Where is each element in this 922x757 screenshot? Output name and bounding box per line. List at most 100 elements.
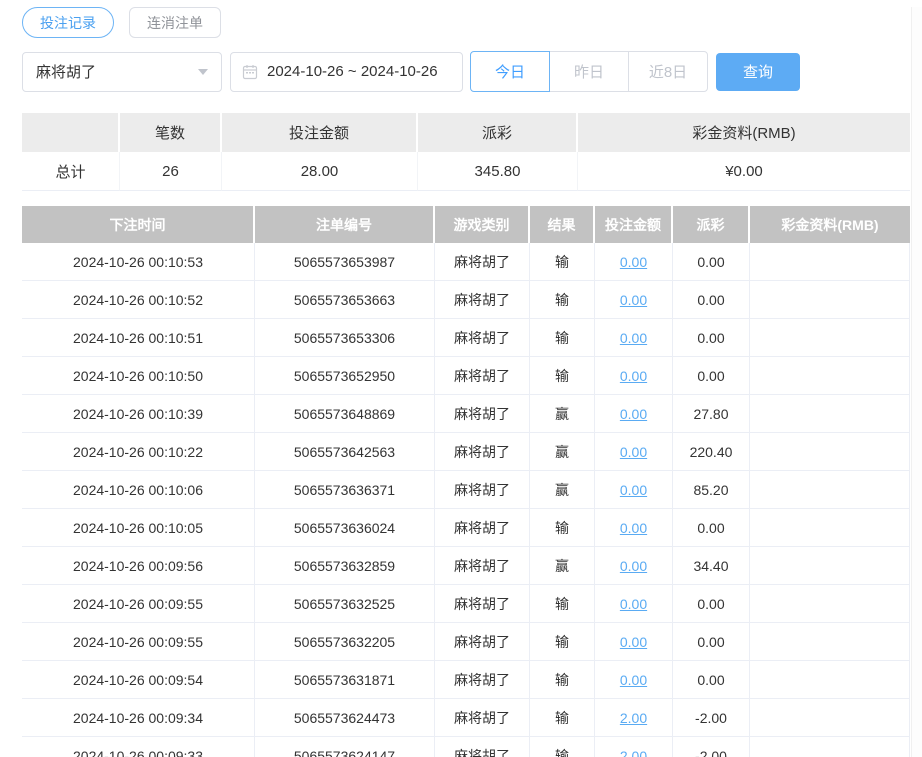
cell-order-number: 5065573624147	[255, 737, 435, 757]
cell-bet-time: 2024-10-26 00:09:33	[22, 737, 255, 757]
query-button[interactable]: 查询	[716, 52, 800, 91]
cell-result: 输	[530, 281, 595, 319]
cell-order-number: 5065573636024	[255, 509, 435, 547]
cell-result: 赢	[530, 547, 595, 585]
table-row: 2024-10-26 00:09:34 5065573624473 麻将胡了 输…	[22, 699, 910, 737]
cell-order-number: 5065573632205	[255, 623, 435, 661]
bet-amount-link[interactable]: 0.00	[620, 444, 647, 460]
table-row: 2024-10-26 00:10:50 5065573652950 麻将胡了 输…	[22, 357, 910, 395]
cell-game-type: 麻将胡了	[435, 471, 530, 509]
cell-bonus	[750, 243, 910, 281]
summary-header-empty	[22, 113, 120, 152]
cell-bet-time: 2024-10-26 00:10:52	[22, 281, 255, 319]
bet-amount-link[interactable]: 0.00	[620, 482, 647, 498]
cell-bet-time: 2024-10-26 00:10:53	[22, 243, 255, 281]
cell-payout: 0.00	[673, 585, 750, 623]
bet-amount-link[interactable]: 2.00	[620, 710, 647, 726]
date-range-input[interactable]: 2024-10-26 ~ 2024-10-26	[230, 51, 463, 92]
bet-amount-link[interactable]: 0.00	[620, 254, 647, 270]
today-button[interactable]: 今日	[470, 51, 550, 92]
cell-bet-time: 2024-10-26 00:09:54	[22, 661, 255, 699]
bet-amount-link[interactable]: 0.00	[620, 292, 647, 308]
table-row: 2024-10-26 00:10:39 5065573648869 麻将胡了 赢…	[22, 395, 910, 433]
cell-payout: 0.00	[673, 243, 750, 281]
table-row: 2024-10-26 00:10:52 5065573653663 麻将胡了 输…	[22, 281, 910, 319]
table-row: 2024-10-26 00:09:55 5065573632525 麻将胡了 输…	[22, 585, 910, 623]
cell-payout: 0.00	[673, 281, 750, 319]
bet-records-table: 下注时间 注单编号 游戏类别 结果 投注金额 派彩 彩金资料(RMB) 2024…	[22, 206, 910, 757]
cell-result: 输	[530, 737, 595, 757]
table-row: 2024-10-26 00:10:53 5065573653987 麻将胡了 输…	[22, 243, 910, 281]
cell-payout: -2.00	[673, 699, 750, 737]
tab-cancelled-orders[interactable]: 连消注单	[129, 7, 221, 38]
quick-date-button-group: 今日 昨日 近8日	[470, 51, 708, 92]
cell-order-number: 5065573652950	[255, 357, 435, 395]
cell-payout: -2.00	[673, 737, 750, 757]
last-8-days-button[interactable]: 近8日	[628, 51, 708, 92]
summary-total-payout: 345.80	[418, 152, 578, 191]
cell-game-type: 麻将胡了	[435, 433, 530, 471]
cell-result: 输	[530, 319, 595, 357]
cell-bet-time: 2024-10-26 00:10:51	[22, 319, 255, 357]
header-result: 结果	[530, 206, 595, 243]
summary-total-label: 总计	[22, 152, 120, 191]
cell-game-type: 麻将胡了	[435, 737, 530, 757]
bet-amount-link[interactable]: 2.00	[620, 748, 647, 757]
cell-bet-amount: 0.00	[595, 243, 673, 281]
cell-payout: 0.00	[673, 623, 750, 661]
cell-payout: 0.00	[673, 661, 750, 699]
cell-bet-amount: 0.00	[595, 623, 673, 661]
summary-header-payout: 派彩	[418, 113, 578, 152]
bet-amount-link[interactable]: 0.00	[620, 634, 647, 650]
cell-bonus	[750, 737, 910, 757]
cell-result: 输	[530, 243, 595, 281]
yesterday-button[interactable]: 昨日	[549, 51, 629, 92]
summary-header-bet-amount: 投注金额	[222, 113, 418, 152]
cell-bet-amount: 0.00	[595, 281, 673, 319]
cell-bet-amount: 0.00	[595, 547, 673, 585]
cell-result: 输	[530, 509, 595, 547]
cell-game-type: 麻将胡了	[435, 699, 530, 737]
vertical-scrollbar[interactable]	[911, 7, 922, 757]
cell-payout: 0.00	[673, 319, 750, 357]
cell-order-number: 5065573624473	[255, 699, 435, 737]
cell-game-type: 麻将胡了	[435, 509, 530, 547]
table-row: 2024-10-26 00:10:22 5065573642563 麻将胡了 赢…	[22, 433, 910, 471]
table-row: 2024-10-26 00:09:55 5065573632205 麻将胡了 输…	[22, 623, 910, 661]
cell-bonus	[750, 509, 910, 547]
cell-bonus	[750, 623, 910, 661]
cell-bet-time: 2024-10-26 00:10:06	[22, 471, 255, 509]
cell-game-type: 麻将胡了	[435, 357, 530, 395]
cell-result: 输	[530, 357, 595, 395]
cell-bet-amount: 0.00	[595, 585, 673, 623]
cell-payout: 220.40	[673, 433, 750, 471]
bet-amount-link[interactable]: 0.00	[620, 672, 647, 688]
cell-bet-amount: 2.00	[595, 737, 673, 757]
cell-bet-time: 2024-10-26 00:09:56	[22, 547, 255, 585]
summary-table: 笔数 投注金额 派彩 彩金资料(RMB) 总计 26 28.00 345.80 …	[22, 113, 910, 191]
cell-game-type: 麻将胡了	[435, 395, 530, 433]
cell-bet-amount: 0.00	[595, 509, 673, 547]
cell-bet-amount: 0.00	[595, 661, 673, 699]
bet-amount-link[interactable]: 0.00	[620, 596, 647, 612]
bet-amount-link[interactable]: 0.00	[620, 368, 647, 384]
header-payout: 派彩	[673, 206, 750, 243]
bet-amount-link[interactable]: 0.00	[620, 558, 647, 574]
cell-order-number: 5065573632525	[255, 585, 435, 623]
header-bet-amount: 投注金额	[595, 206, 673, 243]
cell-bet-amount: 0.00	[595, 471, 673, 509]
date-range-value: 2024-10-26 ~ 2024-10-26	[267, 63, 438, 80]
cell-bet-time: 2024-10-26 00:10:22	[22, 433, 255, 471]
game-type-select[interactable]: 麻将胡了	[22, 51, 222, 92]
cell-game-type: 麻将胡了	[435, 623, 530, 661]
bet-amount-link[interactable]: 0.00	[620, 330, 647, 346]
cell-payout: 0.00	[673, 509, 750, 547]
cell-bonus	[750, 585, 910, 623]
bet-amount-link[interactable]: 0.00	[620, 520, 647, 536]
tab-bet-records[interactable]: 投注记录	[22, 7, 114, 38]
table-row: 2024-10-26 00:09:54 5065573631871 麻将胡了 输…	[22, 661, 910, 699]
cell-result: 赢	[530, 471, 595, 509]
cell-bet-amount: 0.00	[595, 395, 673, 433]
bet-amount-link[interactable]: 0.00	[620, 406, 647, 422]
cell-order-number: 5065573653987	[255, 243, 435, 281]
